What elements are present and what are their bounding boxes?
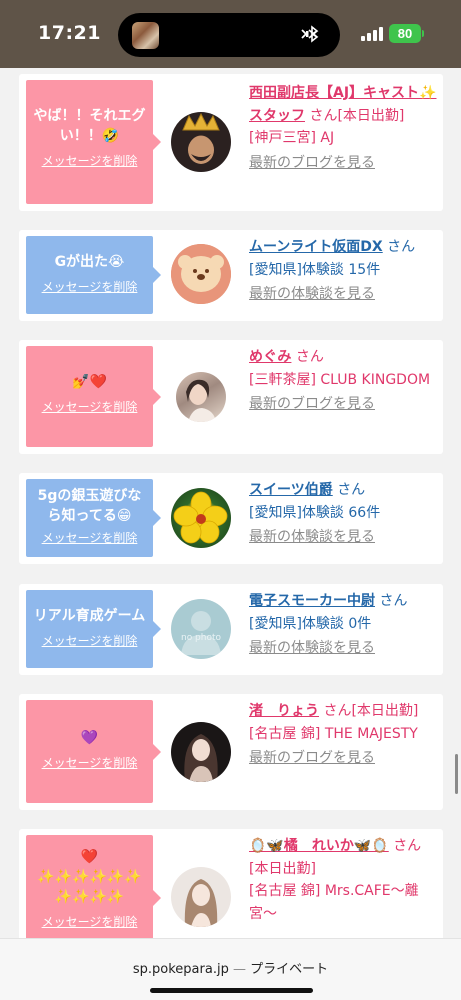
delete-message-link[interactable]: メッセージを削除: [42, 278, 138, 295]
message-text: やば！！それエグい！！🤣: [33, 108, 146, 144]
user-info: めぐみ さん [三軒茶屋] CLUB KINGDOM 最新のブログを見る: [249, 346, 437, 416]
user-info: 渚 りょう さん[本日出勤] [名古屋 錦] THE MAJESTY 最新のブロ…: [249, 700, 437, 770]
crown-icon: [182, 112, 220, 164]
status-bar: 17:21 80: [0, 0, 461, 68]
user-info: スイーツ伯爵 さん [愛知県]体験談 66件 最新の体験談を見る: [249, 479, 437, 549]
user-name-link[interactable]: 🪞🦋橘 れいか🦋🪞: [249, 838, 389, 854]
user-avatar[interactable]: [171, 112, 231, 172]
message-text: 💜: [80, 730, 99, 746]
honorific: さん: [323, 703, 352, 719]
user-info: ムーンライト仮面DX さん [愛知県]体験談 15件 最新の体験談を見る: [249, 236, 437, 306]
browser-url-bar[interactable]: sp.pokepara.jp — プライベート: [0, 938, 461, 1000]
url-separator: —: [228, 962, 251, 977]
user-review-count: [愛知県]体験談 15件: [249, 261, 381, 278]
message-card: 5gの銀玉遊びなら知ってる😁 メッセージを削除 スイーツ伯爵 さん [愛知県]体…: [19, 473, 443, 564]
delete-message-link[interactable]: メッセージを削除: [42, 632, 138, 649]
latest-review-link[interactable]: 最新の体験談を見る: [249, 526, 437, 549]
woman-photo-icon: [186, 379, 216, 422]
message-card: 💜 メッセージを削除 渚 りょう さん[本日出勤] [名古屋 錦] THE MA…: [19, 694, 443, 810]
user-avatar[interactable]: no photo: [171, 599, 231, 659]
honorific: さん: [379, 593, 408, 609]
shop-location: [名古屋 錦] Mrs.CAFE〜離宮〜: [249, 883, 419, 922]
message-text: リアル育成ゲーム: [33, 608, 146, 624]
user-name-link[interactable]: 電子スモーカー中尉: [249, 593, 375, 609]
home-indicator[interactable]: [150, 988, 313, 993]
woman-portrait-icon: [184, 734, 218, 782]
url-domain: sp.pokepara.jp: [132, 962, 229, 977]
honorific: さん: [309, 107, 338, 124]
message-bubble: 💜 メッセージを削除: [26, 700, 161, 803]
message-card: Gが出た😭 メッセージを削除 ムーンライト仮面DX さん [愛知県]体験談 15…: [19, 230, 443, 321]
battery-tip: [422, 30, 424, 37]
attendance-tag: [本日出勤]: [351, 703, 419, 719]
yellow-flower-icon: [173, 491, 228, 544]
honorific: さん: [337, 482, 366, 498]
user-avatar[interactable]: [171, 488, 231, 548]
woman-light-portrait-icon: [184, 879, 218, 927]
attendance-tag: [本日出勤]: [249, 860, 316, 877]
delete-message-link[interactable]: メッセージを削除: [42, 754, 138, 771]
latest-blog-link[interactable]: 最新のブログを見る: [249, 393, 437, 416]
message-card: やば！！それエグい！！🤣 メッセージを削除 西田副店長【AJ】キャスト✨スタッフ…: [19, 74, 443, 211]
latest-blog-link[interactable]: 最新のブログを見る: [249, 152, 437, 175]
signal-icon: [361, 27, 383, 41]
shop-location: [名古屋 錦] THE MAJESTY: [249, 725, 418, 742]
honorific: さん: [387, 239, 416, 255]
user-info: 電子スモーカー中尉 さん [愛知県]体験談 0件 最新の体験談を見る: [249, 590, 437, 660]
user-name-link[interactable]: ムーンライト仮面DX: [249, 239, 383, 255]
user-avatar[interactable]: [171, 244, 231, 304]
message-bubble: やば！！それエグい！！🤣 メッセージを削除: [26, 80, 161, 204]
shop-location: [神戸三宮] AJ: [249, 130, 335, 146]
status-time: 17:21: [38, 22, 101, 44]
delete-message-link[interactable]: メッセージを削除: [42, 398, 138, 415]
honorific: さん: [393, 838, 422, 854]
message-bubble: リアル育成ゲーム メッセージを削除: [26, 590, 161, 668]
message-bubble: 5gの銀玉遊びなら知ってる😁 メッセージを削除: [26, 479, 161, 557]
message-text: 5gの銀玉遊びなら知ってる😁: [37, 488, 142, 524]
battery-indicator: 80: [389, 24, 421, 43]
user-avatar[interactable]: [176, 372, 226, 422]
user-review-count: [愛知県]体験談 66件: [249, 504, 381, 521]
message-bubble: 💅❤️ メッセージを削除: [26, 346, 161, 447]
message-text: ❤️ ✨✨✨✨✨✨ ✨✨✨✨: [37, 849, 142, 905]
message-bubble: ❤️ ✨✨✨✨✨✨ ✨✨✨✨ メッセージを削除: [26, 835, 161, 938]
bluetooth-icon: [300, 23, 322, 50]
user-name-link[interactable]: めぐみ: [249, 349, 291, 365]
user-avatar[interactable]: [171, 722, 231, 782]
delete-message-link[interactable]: メッセージを削除: [42, 529, 138, 546]
message-bubble: Gが出た😭 メッセージを削除: [26, 236, 161, 314]
koala-cookie-icon: [171, 244, 231, 304]
private-mode-label: プライベート: [250, 962, 329, 977]
user-review-count: [愛知県]体験談 0件: [249, 615, 372, 632]
message-card: リアル育成ゲーム メッセージを削除 no photo 電子スモーカー中尉 さん …: [19, 584, 443, 675]
message-text: Gが出た😭: [54, 254, 125, 270]
honorific: さん: [295, 349, 324, 365]
delete-message-link[interactable]: メッセージを削除: [42, 152, 138, 169]
latest-review-link[interactable]: 最新の体験談を見る: [249, 637, 437, 660]
no-photo-icon: [181, 611, 221, 655]
dynamic-island[interactable]: [118, 13, 340, 57]
user-info: 西田副店長【AJ】キャスト✨スタッフ さん[本日出勤] [神戸三宮] AJ 最新…: [249, 82, 437, 174]
no-photo-label: no photo: [180, 633, 222, 643]
message-card: ❤️ ✨✨✨✨✨✨ ✨✨✨✨ メッセージを削除 🪞🦋橘 れいか🦋🪞 さん [本日出…: [19, 829, 443, 938]
user-name-link[interactable]: スイーツ伯爵: [249, 482, 333, 498]
latest-review-link[interactable]: 最新の体験談を見る: [249, 283, 437, 306]
shop-location: [三軒茶屋] CLUB KINGDOM: [249, 371, 431, 388]
attendance-tag: [本日出勤]: [337, 107, 405, 124]
user-name-link[interactable]: 渚 りょう: [249, 703, 319, 719]
latest-blog-link[interactable]: 最新のブログを見る: [249, 747, 437, 770]
scroll-indicator[interactable]: [455, 754, 458, 794]
delete-message-link[interactable]: メッセージを削除: [42, 913, 138, 930]
message-text: 💅❤️: [72, 374, 107, 390]
url-display[interactable]: sp.pokepara.jp — プライベート: [0, 958, 461, 977]
user-info: 🪞🦋橘 れいか🦋🪞 さん [本日出勤] [名古屋 錦] Mrs.CAFE〜離宮〜: [249, 835, 437, 925]
message-card: 💅❤️ メッセージを削除 めぐみ さん [三軒茶屋] CLUB KINGDOM …: [19, 340, 443, 454]
message-list[interactable]: やば！！それエグい！！🤣 メッセージを削除 西田副店長【AJ】キャスト✨スタッフ…: [0, 68, 461, 938]
now-playing-thumbnail: [132, 22, 159, 49]
user-avatar[interactable]: [171, 867, 231, 927]
